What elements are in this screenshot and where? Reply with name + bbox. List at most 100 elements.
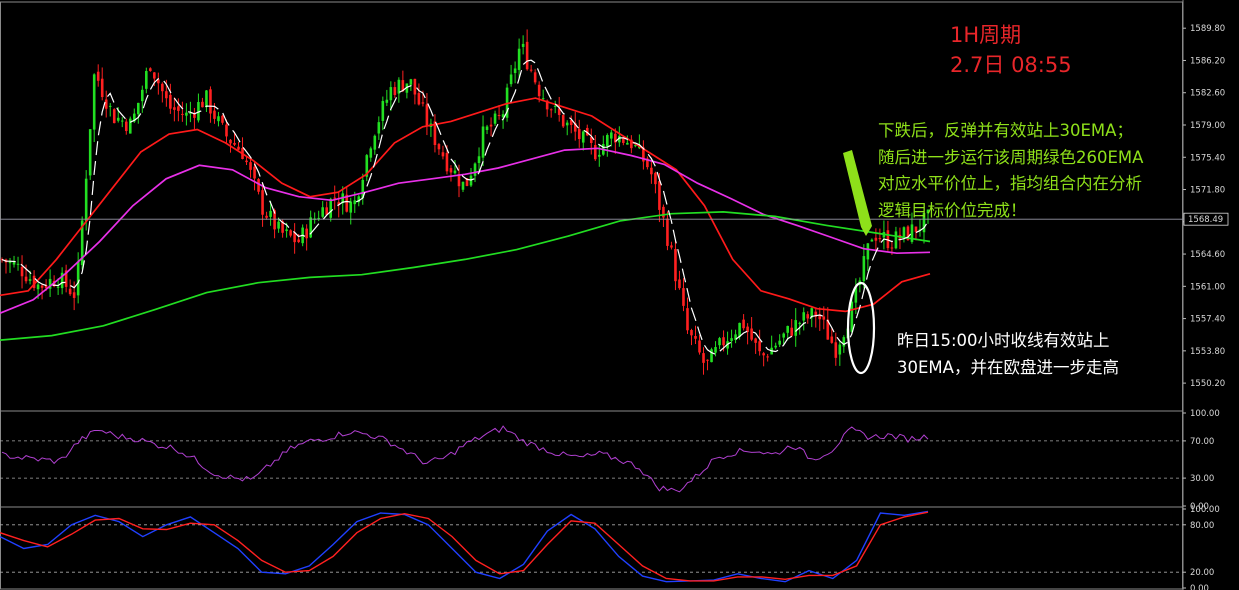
candle-body (822, 316, 826, 320)
candle-body (128, 118, 132, 134)
candle-body (205, 90, 208, 108)
candle-body (413, 78, 417, 95)
candle-body (690, 330, 693, 336)
candle-body (674, 249, 677, 282)
candle-body (802, 312, 806, 321)
candle-body (894, 231, 898, 249)
chart-title: 1H周期 2.7日 08:55 (950, 20, 1072, 80)
candle-body (710, 349, 713, 363)
candle-body (209, 89, 212, 114)
candle-body (730, 338, 733, 341)
candle-body (902, 227, 906, 237)
candle-body (445, 152, 449, 172)
green-note-line: 对应水平价位上，指均组合内在分析 (878, 174, 1142, 193)
candle-body (185, 112, 188, 116)
current-price-label: 1568.49 (1188, 215, 1223, 225)
candle-body (830, 336, 834, 343)
price-axis-tick-label: 1561.00 (1190, 282, 1225, 292)
candle-body (654, 172, 657, 185)
candle-body (698, 340, 701, 353)
candle-body (686, 308, 689, 331)
price-axis-tick-label: 1575.40 (1190, 153, 1225, 163)
candle-body (373, 135, 377, 150)
candle-body (786, 325, 789, 333)
candle-body (650, 167, 653, 175)
candle-body (497, 115, 501, 117)
green-annotation: 下跌后，反弹并有效站上30EMA； 随后进一步运行该周期绿色260EMA 对应水… (878, 118, 1143, 224)
candle-body (20, 267, 24, 277)
candle-body (40, 285, 44, 288)
candle-body (597, 154, 601, 157)
candle-body (473, 163, 477, 176)
candle-body (421, 102, 425, 104)
candle (88, 129, 92, 180)
candle-body (165, 91, 168, 99)
candle-body (173, 107, 176, 110)
candle-body (706, 359, 709, 361)
candle-body (682, 288, 685, 306)
candle-body (181, 113, 184, 115)
candle-body (437, 144, 441, 150)
candle-body (914, 226, 918, 232)
candle-body (333, 197, 337, 199)
candle-body (774, 345, 777, 348)
candle-body (553, 105, 557, 107)
candle-body (870, 239, 874, 242)
candle-body (718, 338, 721, 346)
candle-body (842, 337, 846, 347)
kdj-axis-tick-label: 80.00 (1190, 521, 1214, 531)
white-note-line: 昨日15:00小时收线有效站上 (897, 331, 1110, 350)
candle-body (565, 122, 569, 126)
candle-body (722, 337, 725, 346)
candle-body (369, 148, 373, 158)
price-axis-tick-label: 1589.80 (1190, 24, 1225, 34)
candle-body (377, 122, 381, 134)
candle-body (177, 106, 180, 111)
candle-body (610, 132, 613, 139)
candle-body (453, 170, 457, 174)
candle-body (277, 221, 280, 229)
candle-body (36, 284, 40, 290)
candle-body (485, 126, 489, 130)
candle-body (493, 113, 497, 124)
candle-body (257, 179, 260, 192)
candle-body (662, 206, 665, 218)
white-annotation: 昨日15:00小时收线有效站上 30EMA，并在欧盘进一步走高 (897, 327, 1119, 381)
candle-body (317, 217, 320, 219)
candle-body (461, 181, 465, 190)
candle-body (798, 322, 802, 324)
rsi-axis-tick-label: 30.00 (1190, 474, 1214, 484)
candle-body (169, 94, 172, 109)
candle-body (225, 124, 228, 137)
candle-body (714, 347, 717, 353)
candle-body (285, 229, 288, 232)
candle-body (890, 247, 894, 249)
candle-body (237, 146, 240, 150)
candle-body (529, 69, 533, 71)
white-note-line: 30EMA，并在欧盘进一步走高 (897, 358, 1119, 377)
candle-body (249, 162, 252, 170)
candle-body (136, 102, 140, 115)
candle-body (145, 71, 148, 89)
candle-body (441, 152, 445, 157)
candle-body (92, 74, 96, 130)
candle-body (425, 104, 429, 127)
candle-body (309, 217, 312, 238)
candle-body (521, 43, 525, 47)
candle-body (658, 181, 661, 210)
candle-body (116, 117, 120, 121)
candle-body (778, 340, 781, 345)
price-axis-tick-label: 1550.20 (1190, 379, 1225, 389)
candle-body (221, 115, 224, 123)
candle (112, 108, 116, 124)
candle-body (477, 156, 481, 164)
candle-body (96, 71, 100, 81)
candle-body (112, 109, 116, 124)
price-axis-tick-label: 1571.80 (1190, 186, 1225, 196)
candle-body (213, 110, 216, 119)
kdj-axis-tick-label: 20.00 (1190, 568, 1214, 578)
candle-body (606, 135, 609, 147)
green-note-line: 随后进一步运行该周期绿色260EMA (878, 147, 1144, 167)
candle-body (509, 74, 513, 85)
candle-body (670, 245, 673, 248)
